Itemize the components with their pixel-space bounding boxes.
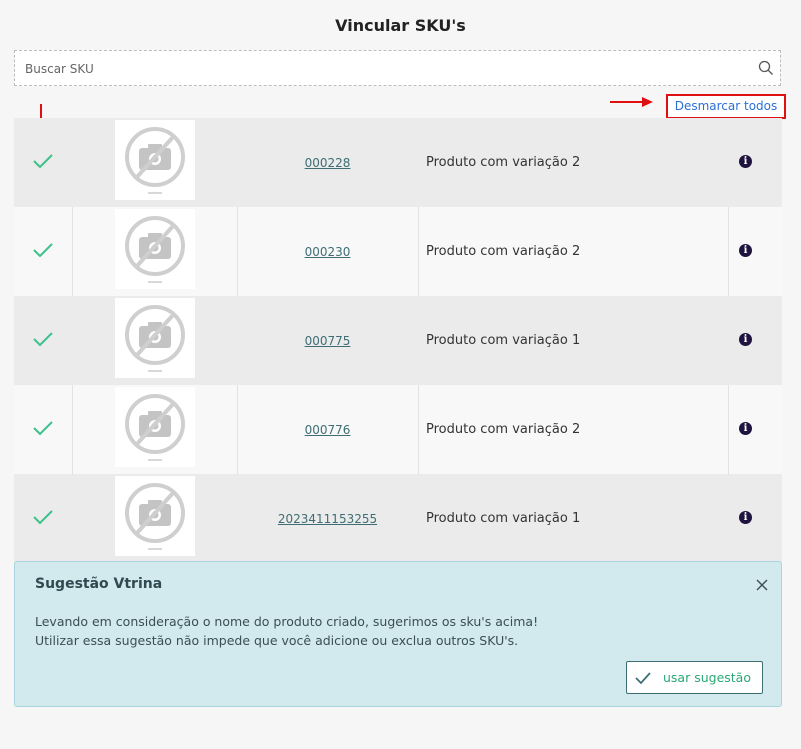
no-image-camera-icon (115, 298, 195, 378)
check-icon (635, 672, 651, 685)
search-icon[interactable] (758, 60, 774, 76)
product-name: Produto com variação 2 (426, 244, 581, 259)
table-row[interactable]: 000228 Produto com variação 2 i (14, 118, 782, 207)
use-suggestion-button[interactable]: usar sugestão (626, 661, 763, 694)
info-icon[interactable]: i (739, 511, 752, 524)
table-row[interactable]: 000776 Produto com variação 2 i (14, 385, 782, 474)
info-cell (728, 118, 782, 207)
suggestion-panel: Sugestão Vtrina Levando em consideração … (14, 561, 782, 707)
info-icon[interactable]: i (739, 333, 752, 346)
info-cell (728, 296, 782, 385)
product-name: Produto com variação 1 (426, 511, 581, 526)
suggestion-text-line1: Levando em consideração o nome do produt… (35, 614, 539, 629)
suggestion-title: Sugestão Vtrina (35, 576, 163, 592)
selected-check-icon[interactable] (32, 152, 54, 170)
no-image-camera-icon (115, 476, 195, 556)
product-name: Produto com variação 2 (426, 155, 581, 170)
close-icon[interactable] (755, 578, 769, 592)
selected-check-icon[interactable] (32, 241, 54, 259)
info-icon[interactable]: i (739, 155, 752, 168)
sku-link[interactable]: 000776 (237, 385, 418, 474)
selected-check-icon[interactable] (32, 419, 54, 437)
product-name: Produto com variação 1 (426, 333, 581, 348)
info-cell (728, 474, 782, 563)
info-icon[interactable]: i (739, 244, 752, 257)
page-title: Vincular SKU's (335, 16, 466, 35)
sku-link[interactable]: 000228 (237, 118, 418, 207)
selected-check-icon[interactable] (32, 508, 54, 526)
sku-link[interactable]: 000230 (237, 207, 418, 296)
sku-link[interactable]: 2023411153255 (237, 474, 418, 563)
info-icon[interactable]: i (739, 422, 752, 435)
no-image-camera-icon (115, 387, 195, 467)
search-input[interactable] (23, 51, 747, 87)
table-row[interactable]: 2023411153255 Produto com variação 1 i (14, 474, 782, 563)
product-name: Produto com variação 2 (426, 422, 581, 437)
table-row[interactable]: 000230 Produto com variação 2 i (14, 207, 782, 296)
sku-link[interactable]: 000775 (237, 296, 418, 385)
no-image-camera-icon (115, 120, 195, 200)
use-suggestion-label: usar sugestão (663, 670, 751, 685)
info-cell (728, 207, 782, 296)
sku-table: 000228 Produto com variação 2 i 000230 Produ… (14, 118, 782, 563)
annotation-arrow-right (610, 97, 653, 107)
selected-check-icon[interactable] (32, 330, 54, 348)
unselect-all-button[interactable]: Desmarcar todos (666, 94, 786, 119)
table-row[interactable]: 000775 Produto com variação 1 i (14, 296, 782, 385)
search-box (14, 50, 781, 87)
suggestion-text-line2: Utilizar essa sugestão não impede que vo… (35, 633, 519, 648)
info-cell (728, 385, 782, 474)
no-image-camera-icon (115, 209, 195, 289)
